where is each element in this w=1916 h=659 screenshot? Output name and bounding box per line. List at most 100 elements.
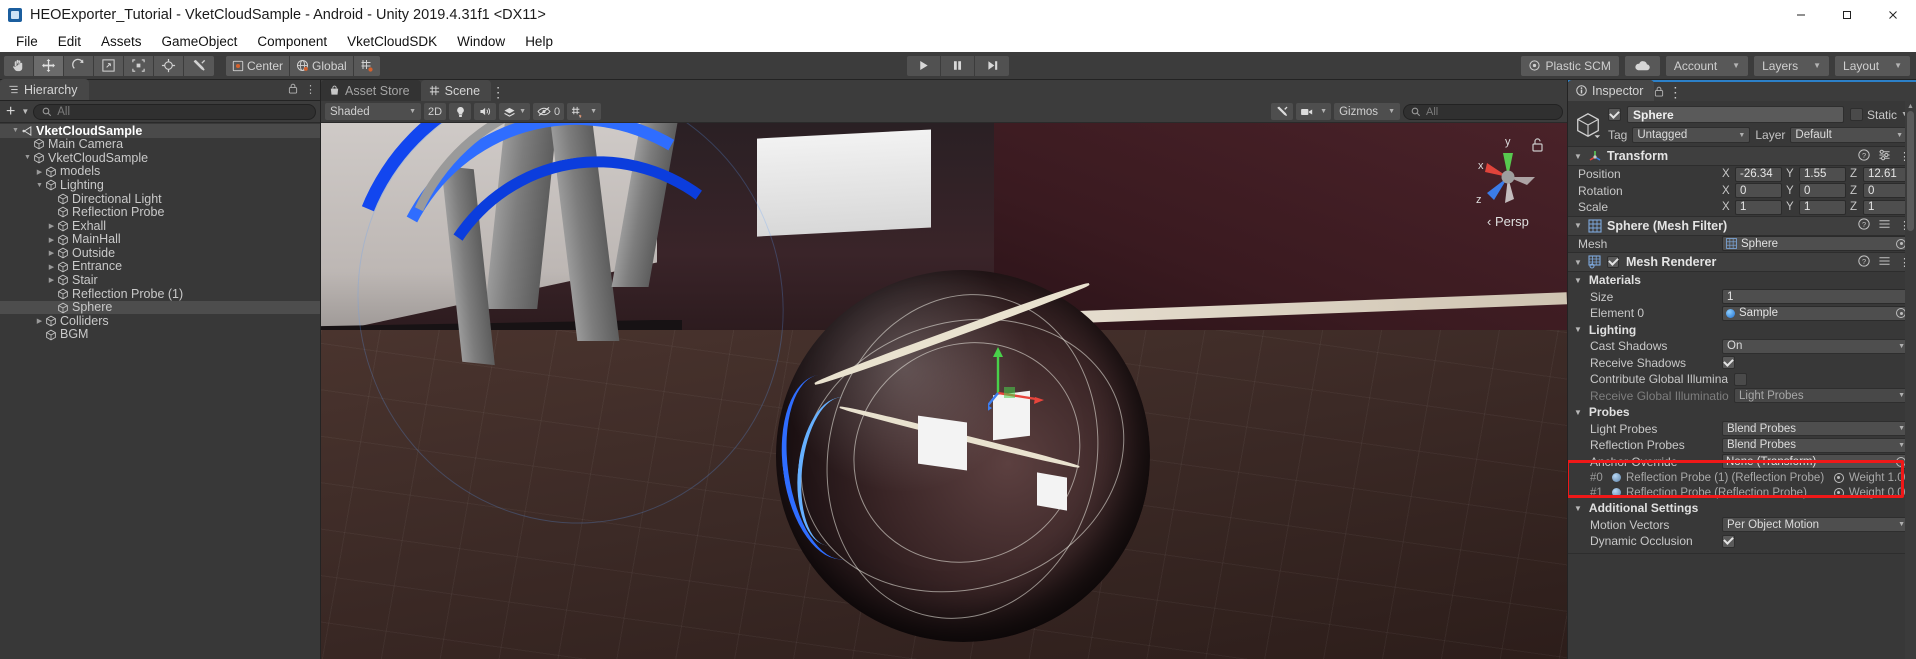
chevron-down-icon[interactable]: ▼ — [1574, 258, 1583, 267]
layers-button[interactable]: Layers ▼ — [1754, 56, 1829, 76]
menu-item-edit[interactable]: Edit — [48, 34, 91, 49]
menu-item-component[interactable]: Component — [247, 34, 337, 49]
light-probes-dropdown[interactable]: Blend Probes ▼ — [1722, 421, 1910, 436]
cast-shadows-dropdown[interactable]: On ▼ — [1722, 339, 1910, 354]
reflection-probes-dropdown[interactable]: Blend Probes ▼ — [1722, 438, 1910, 453]
anchor-override-field[interactable]: None (Transform) — [1722, 454, 1910, 469]
chevron-down-icon[interactable]: ▼ — [1574, 221, 1583, 230]
hand-icon[interactable] — [4, 56, 34, 76]
help-icon[interactable]: ? — [1858, 255, 1870, 270]
transform-scale-z-input[interactable]: 1 — [1863, 200, 1910, 215]
wrench-icon[interactable] — [184, 56, 214, 76]
lighting-foldout[interactable]: ▼ Lighting — [1568, 322, 1916, 339]
hidden-objects-toggle[interactable]: 0 — [533, 103, 564, 120]
window-controls[interactable] — [1778, 0, 1916, 30]
additional-settings-foldout[interactable]: ▼ Additional Settings — [1568, 500, 1916, 517]
chevron-down-icon[interactable]: ▼ — [22, 154, 33, 161]
menu-item-file[interactable]: File — [6, 34, 48, 49]
object-picker-icon[interactable] — [1834, 488, 1844, 498]
menu-item-gameobject[interactable]: GameObject — [152, 34, 248, 49]
contribute-gi-checkbox[interactable] — [1734, 373, 1747, 386]
pause-icon[interactable] — [941, 56, 975, 76]
gameobject-name-input[interactable]: Sphere — [1627, 106, 1844, 123]
probe-list-item[interactable]: #0Reflection Probe (1) (Reflection Probe… — [1568, 470, 1916, 485]
tab-hierarchy[interactable]: Hierarchy — [0, 79, 89, 100]
move-gizmo[interactable] — [988, 341, 1078, 431]
hierarchy-item-reflection-probe[interactable]: Reflection Probe — [0, 206, 320, 220]
hierarchy-tab-actions[interactable]: ⋮ — [288, 83, 316, 97]
menu-bar[interactable]: File Edit Assets GameObject Component Vk… — [0, 30, 1916, 52]
dynamic-occlusion-checkbox[interactable] — [1722, 535, 1735, 548]
transform-scale-y-input[interactable]: 1 — [1799, 200, 1846, 215]
scale-icon[interactable] — [94, 56, 124, 76]
materials-element0-field[interactable]: Sample — [1722, 306, 1910, 321]
hierarchy-item-colliders[interactable]: ▶Colliders — [0, 314, 320, 328]
rect-icon[interactable] — [124, 56, 154, 76]
mesh-renderer-header-icons[interactable]: ? ⋮ — [1858, 255, 1910, 270]
account-button[interactable]: Account ▼ — [1666, 56, 1748, 76]
chevron-right-icon[interactable]: ▶ — [46, 276, 57, 284]
tab-inspector[interactable]: Inspector — [1568, 80, 1654, 101]
hierarchy-item-models[interactable]: ▶models — [0, 165, 320, 179]
object-picker-icon[interactable] — [1834, 473, 1844, 483]
kebab-icon[interactable]: ⋮ — [305, 83, 316, 97]
hierarchy-item-bgm[interactable]: BGM — [0, 328, 320, 342]
transform-tools[interactable] — [4, 56, 214, 76]
probes-foldout[interactable]: ▼ Probes — [1568, 404, 1916, 421]
materials-size-input[interactable]: 1 — [1722, 289, 1910, 304]
chevron-down-icon[interactable]: ▼ — [1574, 408, 1582, 417]
minimize-icon[interactable] — [1778, 0, 1824, 30]
speaker-icon[interactable] — [474, 103, 496, 120]
tag-dropdown[interactable]: Untagged ▼ — [1632, 127, 1750, 143]
static-checkbox[interactable] — [1850, 108, 1863, 121]
layer-dropdown[interactable]: Default ▼ — [1790, 127, 1908, 143]
gameobject-enabled-checkbox[interactable] — [1608, 108, 1621, 121]
scene-camera-dropdown[interactable]: ▼ — [1296, 103, 1331, 120]
transform-icon[interactable] — [154, 56, 184, 76]
static-toggle[interactable]: Static ▼ — [1850, 108, 1908, 122]
chevron-down-icon[interactable]: ▼ — [1574, 325, 1582, 334]
mesh-filter-header-icons[interactable]: ? ⋮ — [1858, 218, 1910, 233]
hierarchy-item-mainhall[interactable]: ▶MainHall — [0, 233, 320, 247]
scene-axis-gizmo[interactable]: y x z ‹ Persp — [1465, 133, 1551, 229]
chevron-right-icon[interactable]: ▶ — [46, 249, 57, 257]
motion-vectors-dropdown[interactable]: Per Object Motion ▼ — [1722, 517, 1910, 532]
hierarchy-item-lighting[interactable]: ▼Lighting — [0, 178, 320, 192]
transform-component-header[interactable]: ▼ Transform ? ⋮ — [1568, 146, 1916, 166]
hierarchy-item-main-camera[interactable]: Main Camera — [0, 138, 320, 152]
hierarchy-item-reflection-probe-1[interactable]: Reflection Probe (1) — [0, 287, 320, 301]
tab-scene[interactable]: Scene — [421, 80, 491, 101]
hierarchy-item-outside[interactable]: ▶Outside — [0, 246, 320, 260]
kebab-icon[interactable]: ⋮ — [491, 84, 505, 100]
probe-list-item[interactable]: #1Reflection Probe (Reflection Probe)Wei… — [1568, 485, 1916, 500]
playback-controls[interactable] — [907, 56, 1009, 76]
kebab-icon[interactable]: ⋮ — [1668, 84, 1682, 100]
scene-toolbar-right[interactable]: ▼ Gizmos ▼ All — [1271, 103, 1563, 120]
chevron-right-icon[interactable]: ▶ — [46, 263, 57, 271]
inspector-tab-actions[interactable]: ⋮ — [1654, 84, 1682, 101]
scroll-up-icon[interactable]: ▲ — [1905, 101, 1916, 111]
fx-dropdown[interactable]: ▼ — [499, 103, 530, 120]
scene-viewport[interactable]: y x z ‹ Persp — [321, 123, 1567, 659]
chevron-right-icon[interactable]: ▶ — [46, 236, 57, 244]
transform-rotation-y-input[interactable]: 0 — [1799, 183, 1846, 198]
maximize-icon[interactable] — [1824, 0, 1870, 30]
lock-icon[interactable] — [288, 83, 298, 97]
cloud-icon[interactable] — [1625, 56, 1660, 76]
toolbar-right-group[interactable]: Plastic SCM Account ▼ Layers ▼ Layout ▼ — [1521, 56, 1910, 76]
close-icon[interactable] — [1870, 0, 1916, 30]
menu-item-help[interactable]: Help — [515, 34, 563, 49]
menu-item-assets[interactable]: Assets — [91, 34, 152, 49]
move-icon[interactable] — [34, 56, 64, 76]
rotate-icon[interactable] — [64, 56, 94, 76]
preset-icon[interactable] — [1878, 255, 1891, 270]
scene-tools-icon[interactable] — [1271, 103, 1293, 120]
draw-mode-dropdown[interactable]: Shaded ▼ — [325, 103, 421, 120]
chevron-down-icon[interactable]: ▼ — [34, 182, 45, 189]
step-icon[interactable] — [975, 56, 1009, 76]
play-icon[interactable] — [907, 56, 941, 76]
hierarchy-item-exhall[interactable]: ▶Exhall — [0, 219, 320, 233]
chevron-down-icon[interactable]: ▼ — [21, 107, 29, 116]
hierarchy-item-vketcloudsample[interactable]: ▼VketCloudSample — [0, 124, 320, 138]
inspector-scrollbar[interactable]: ▲ — [1905, 101, 1916, 659]
